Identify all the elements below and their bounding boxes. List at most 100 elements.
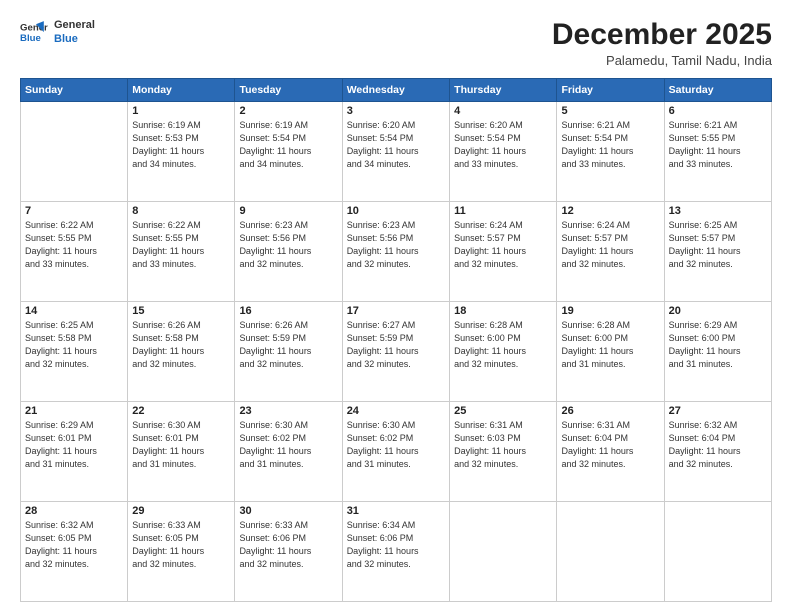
calendar-header: SundayMondayTuesdayWednesdayThursdayFrid… — [21, 79, 772, 102]
day-number: 3 — [347, 105, 445, 117]
calendar-cell: 19 Sunrise: 6:28 AMSunset: 6:00 PMDayligh… — [557, 302, 664, 402]
day-info: Sunrise: 6:20 AMSunset: 5:54 PMDaylight:… — [347, 119, 445, 171]
day-number: 19 — [561, 305, 659, 317]
week-row-4: 21Sunrise: 6:29 AMSunset: 6:01 PMDayligh… — [21, 402, 772, 502]
calendar-page: General Blue General Blue December 2025 … — [0, 0, 792, 612]
calendar-table: SundayMondayTuesdayWednesdayThursdayFrid… — [20, 78, 772, 602]
calendar-cell: 28Sunrise: 6:32 AMSunset: 6:05 PMDayligh… — [21, 502, 128, 602]
day-number: 5 — [561, 105, 659, 117]
svg-text:Blue: Blue — [20, 33, 41, 44]
calendar-cell: 20 Sunrise: 6:29 AMSunset: 6:00 PMDayligh… — [664, 302, 771, 402]
logo: General Blue General Blue — [20, 18, 95, 47]
day-info: Sunrise: 6:25 AMSunset: 5:58 PMDaylight:… — [25, 319, 123, 371]
calendar-cell: 4 Sunrise: 6:20 AMSunset: 5:54 PMDaylight… — [450, 102, 557, 202]
calendar-cell: 7 Sunrise: 6:22 AMSunset: 5:55 PMDaylight… — [21, 202, 128, 302]
calendar-cell: 14 Sunrise: 6:25 AMSunset: 5:58 PMDayligh… — [21, 302, 128, 402]
logo-icon: General Blue — [20, 18, 48, 46]
header-day-friday: Friday — [557, 79, 664, 102]
day-info: Sunrise: 6:32 AMSunset: 6:04 PMDaylight:… — [669, 419, 767, 471]
calendar-cell: 26Sunrise: 6:31 AMSunset: 6:04 PMDayligh… — [557, 402, 664, 502]
day-number: 4 — [454, 105, 552, 117]
day-info: Sunrise: 6:22 AMSunset: 5:55 PMDaylight:… — [25, 219, 123, 271]
calendar-cell: 2 Sunrise: 6:19 AMSunset: 5:54 PMDaylight… — [235, 102, 342, 202]
calendar-cell: 23 Sunrise: 6:30 AMSunset: 6:02 PMDayligh… — [235, 402, 342, 502]
day-info: Sunrise: 6:30 AMSunset: 6:02 PMDaylight:… — [239, 419, 337, 471]
day-info: Sunrise: 6:34 AMSunset: 6:06 PMDaylight:… — [347, 519, 445, 571]
day-number: 7 — [25, 205, 123, 217]
day-number: 22 — [132, 405, 230, 417]
day-info: Sunrise: 6:30 AMSunset: 6:02 PMDaylight:… — [347, 419, 445, 471]
day-number: 28 — [25, 505, 123, 517]
day-info: Sunrise: 6:31 AMSunset: 6:04 PMDaylight:… — [561, 419, 659, 471]
calendar-cell: 15 Sunrise: 6:26 AMSunset: 5:58 PMDayligh… — [128, 302, 235, 402]
week-row-2: 7 Sunrise: 6:22 AMSunset: 5:55 PMDaylight… — [21, 202, 772, 302]
day-number: 15 — [132, 305, 230, 317]
calendar-cell: 16 Sunrise: 6:26 AMSunset: 5:59 PMDayligh… — [235, 302, 342, 402]
calendar-cell — [450, 502, 557, 602]
day-info: Sunrise: 6:19 AMSunset: 5:53 PMDaylight:… — [132, 119, 230, 171]
day-number: 17 — [347, 305, 445, 317]
day-info: Sunrise: 6:31 AMSunset: 6:03 PMDaylight:… — [454, 419, 552, 471]
calendar-cell: 12 Sunrise: 6:24 AMSunset: 5:57 PMDayligh… — [557, 202, 664, 302]
header-day-tuesday: Tuesday — [235, 79, 342, 102]
day-info: Sunrise: 6:33 AMSunset: 6:05 PMDaylight:… — [132, 519, 230, 571]
day-number: 14 — [25, 305, 123, 317]
title-block: December 2025 Palamedu, Tamil Nadu, Indi… — [552, 18, 772, 68]
day-number: 27 — [669, 405, 767, 417]
day-info: Sunrise: 6:20 AMSunset: 5:54 PMDaylight:… — [454, 119, 552, 171]
day-info: Sunrise: 6:26 AMSunset: 5:59 PMDaylight:… — [239, 319, 337, 371]
calendar-cell: 11Sunrise: 6:24 AMSunset: 5:57 PMDayligh… — [450, 202, 557, 302]
calendar-cell: 5 Sunrise: 6:21 AMSunset: 5:54 PMDaylight… — [557, 102, 664, 202]
calendar-cell — [664, 502, 771, 602]
day-number: 6 — [669, 105, 767, 117]
day-info: Sunrise: 6:25 AMSunset: 5:57 PMDaylight:… — [669, 219, 767, 271]
day-number: 20 — [669, 305, 767, 317]
calendar-cell: 22 Sunrise: 6:30 AMSunset: 6:01 PMDayligh… — [128, 402, 235, 502]
day-info: Sunrise: 6:19 AMSunset: 5:54 PMDaylight:… — [239, 119, 337, 171]
day-number: 30 — [239, 505, 337, 517]
calendar-cell — [21, 102, 128, 202]
day-number: 16 — [239, 305, 337, 317]
calendar-cell: 1 Sunrise: 6:19 AMSunset: 5:53 PMDaylight… — [128, 102, 235, 202]
calendar-cell — [557, 502, 664, 602]
day-number: 12 — [561, 205, 659, 217]
day-info: Sunrise: 6:26 AMSunset: 5:58 PMDaylight:… — [132, 319, 230, 371]
day-info: Sunrise: 6:28 AMSunset: 6:00 PMDaylight:… — [561, 319, 659, 371]
day-info: Sunrise: 6:22 AMSunset: 5:55 PMDaylight:… — [132, 219, 230, 271]
week-row-5: 28Sunrise: 6:32 AMSunset: 6:05 PMDayligh… — [21, 502, 772, 602]
header: General Blue General Blue December 2025 … — [20, 18, 772, 68]
day-number: 18 — [454, 305, 552, 317]
day-info: Sunrise: 6:24 AMSunset: 5:57 PMDaylight:… — [561, 219, 659, 271]
day-number: 24 — [347, 405, 445, 417]
day-number: 8 — [132, 205, 230, 217]
day-number: 21 — [25, 405, 123, 417]
day-number: 2 — [239, 105, 337, 117]
day-number: 31 — [347, 505, 445, 517]
calendar-cell: 17Sunrise: 6:27 AMSunset: 5:59 PMDayligh… — [342, 302, 449, 402]
day-info: Sunrise: 6:21 AMSunset: 5:55 PMDaylight:… — [669, 119, 767, 171]
calendar-cell: 30Sunrise: 6:33 AMSunset: 6:06 PMDayligh… — [235, 502, 342, 602]
header-day-saturday: Saturday — [664, 79, 771, 102]
calendar-cell: 9Sunrise: 6:23 AMSunset: 5:56 PMDaylight… — [235, 202, 342, 302]
day-info: Sunrise: 6:21 AMSunset: 5:54 PMDaylight:… — [561, 119, 659, 171]
week-row-3: 14 Sunrise: 6:25 AMSunset: 5:58 PMDayligh… — [21, 302, 772, 402]
day-number: 29 — [132, 505, 230, 517]
calendar-cell: 13Sunrise: 6:25 AMSunset: 5:57 PMDayligh… — [664, 202, 771, 302]
day-info: Sunrise: 6:23 AMSunset: 5:56 PMDaylight:… — [347, 219, 445, 271]
calendar-cell: 6 Sunrise: 6:21 AMSunset: 5:55 PMDaylight… — [664, 102, 771, 202]
calendar-cell: 31 Sunrise: 6:34 AMSunset: 6:06 PMDayligh… — [342, 502, 449, 602]
calendar-body: 1 Sunrise: 6:19 AMSunset: 5:53 PMDaylight… — [21, 102, 772, 602]
header-day-monday: Monday — [128, 79, 235, 102]
day-number: 9 — [239, 205, 337, 217]
logo-blue-text: Blue — [54, 32, 95, 46]
header-day-thursday: Thursday — [450, 79, 557, 102]
header-day-wednesday: Wednesday — [342, 79, 449, 102]
day-number: 23 — [239, 405, 337, 417]
calendar-cell: 18Sunrise: 6:28 AMSunset: 6:00 PMDayligh… — [450, 302, 557, 402]
logo-general-text: General — [54, 18, 95, 32]
day-info: Sunrise: 6:29 AMSunset: 6:00 PMDaylight:… — [669, 319, 767, 371]
day-info: Sunrise: 6:30 AMSunset: 6:01 PMDaylight:… — [132, 419, 230, 471]
calendar-cell: 25Sunrise: 6:31 AMSunset: 6:03 PMDayligh… — [450, 402, 557, 502]
day-number: 1 — [132, 105, 230, 117]
location: Palamedu, Tamil Nadu, India — [552, 53, 772, 68]
